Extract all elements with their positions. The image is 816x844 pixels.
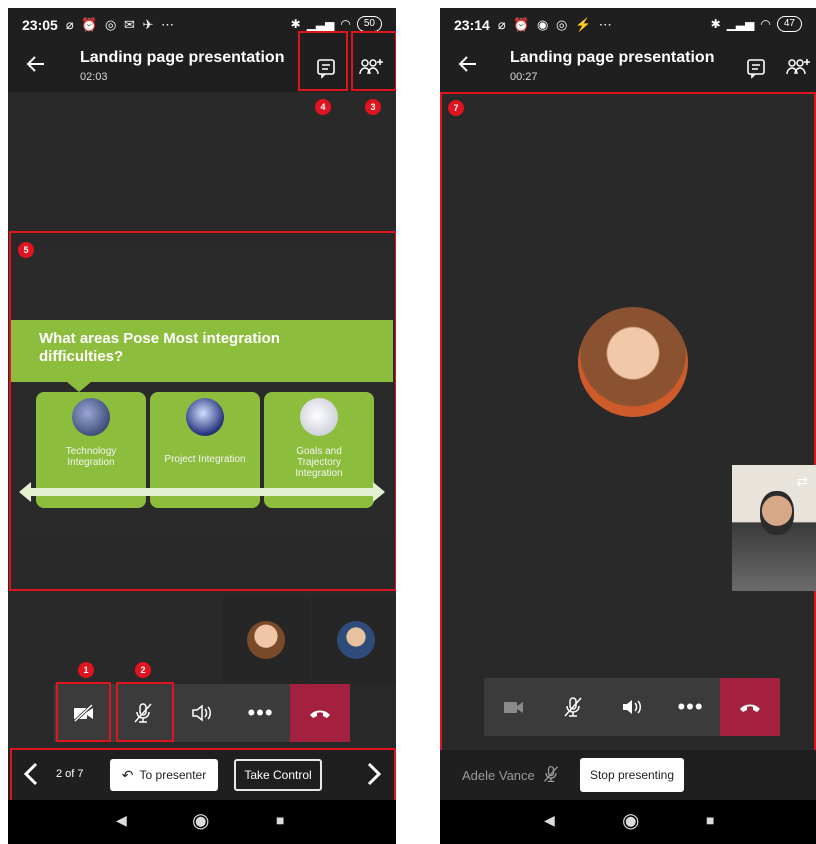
status-right-icons: ✱ ▁▃▅ ◠ 47 [711,16,802,32]
wifi-icon: ◠ [760,17,771,31]
hang-up-button[interactable] [290,684,350,742]
phone-screen-right: 23:14 ⌀ ⏰ ◉ ◎ ⚡ ⋯ ✱ ▁▃▅ ◠ 47 Landing pag… [440,8,816,844]
camera-highlight [56,682,111,742]
self-video-preview[interactable]: ⇄ [732,465,816,591]
badge-stage: 7 [448,100,464,116]
nav-back-icon[interactable]: ◀ [544,812,555,829]
participant-avatar [337,621,375,659]
badge-camera: 1 [78,662,94,678]
nav-recents-icon[interactable]: ■ [706,812,714,828]
badge-mic: 2 [135,662,151,678]
camera-button[interactable] [484,678,543,736]
phone-screen-left: 23:05 ⌀ ⏰ ◎ ✉ ✈ ⋯ ✱ ▁▃▅ ◠ 50 Landing pag… [8,8,396,844]
meeting-title: Landing page presentation [510,49,715,66]
signal-icon: ▁▃▅ [726,17,755,31]
presenter-status-bar: Adele Vance Stop presenting [440,750,816,800]
more-dots-icon: ••• [677,694,704,719]
nav-back-icon[interactable]: ◀ [116,812,127,829]
meeting-duration: 02:03 [80,71,108,83]
slide-highlight [9,231,396,591]
more-dots-icon: ••• [247,700,274,725]
stop-presenting-button[interactable]: Stop presenting [580,758,684,792]
android-nav-bar: ◀ ◉ ■ [440,800,816,844]
participant-avatar [247,621,285,659]
badge-add-people: 3 [365,99,381,115]
call-controls: ••• [484,678,780,736]
switch-camera-icon[interactable]: ⇄ [796,473,808,490]
nav-home-icon[interactable]: ◉ [192,808,209,833]
presenter-name: Adele Vance [462,768,535,783]
badge-slide: 5 [18,242,34,258]
signal-icon: ▁▃▅ [306,17,335,31]
speaker-icon [622,700,641,714]
status-notification-icons: ⌀ ⏰ ◎ ✉ ✈ ⋯ [65,17,177,32]
presenter-bar-highlight [10,748,396,802]
speaker-icon [191,704,211,722]
back-arrow-icon[interactable] [26,54,46,79]
hang-up-icon [310,710,330,718]
presenter-avatar [578,307,688,417]
chat-highlight [298,31,348,91]
status-bar: 23:14 ⌀ ⏰ ◉ ◎ ⚡ ⋯ ✱ ▁▃▅ ◠ 47 [440,8,816,42]
mic-muted-icon [563,697,582,717]
participant-tile[interactable] [222,596,310,684]
add-people-icon[interactable] [784,54,812,82]
battery-icon: 50 [356,16,382,32]
call-header: Landing page presentation 00:27 [440,42,816,92]
battery-icon: 47 [776,16,802,32]
wifi-icon: ◠ [340,17,351,31]
mic-muted-button[interactable] [543,678,602,736]
status-time: 23:05 [22,17,58,33]
status-right-icons: ✱ ▁▃▅ ◠ 50 [291,16,382,32]
back-arrow-icon[interactable] [458,54,478,79]
speaker-button[interactable] [602,678,661,736]
mic-highlight [116,682,174,742]
nav-home-icon[interactable]: ◉ [622,808,639,833]
chat-icon[interactable] [742,54,770,82]
self-video-face [760,491,794,535]
meeting-title: Landing page presentation [80,49,285,66]
bluetooth-icon: ✱ [710,17,721,31]
android-nav-bar: ◀ ◉ ■ [8,800,396,844]
status-time: 23:14 [454,17,490,33]
status-notification-icons: ⌀ ⏰ ◉ ◎ ⚡ ⋯ [497,17,614,32]
add-people-highlight [351,31,396,91]
nav-recents-icon[interactable]: ■ [276,812,284,828]
hang-up-icon [740,704,760,712]
more-options-button[interactable]: ••• [231,684,290,742]
hang-up-button[interactable] [720,678,780,736]
presenter-mic-muted-icon [542,764,560,789]
bluetooth-icon: ✱ [290,17,301,31]
meeting-duration: 00:27 [510,71,538,83]
badge-chat: 4 [315,99,331,115]
participant-tile[interactable] [312,596,396,684]
camera-icon [503,702,523,713]
more-options-button[interactable]: ••• [661,678,720,736]
speaker-button[interactable] [172,684,231,742]
